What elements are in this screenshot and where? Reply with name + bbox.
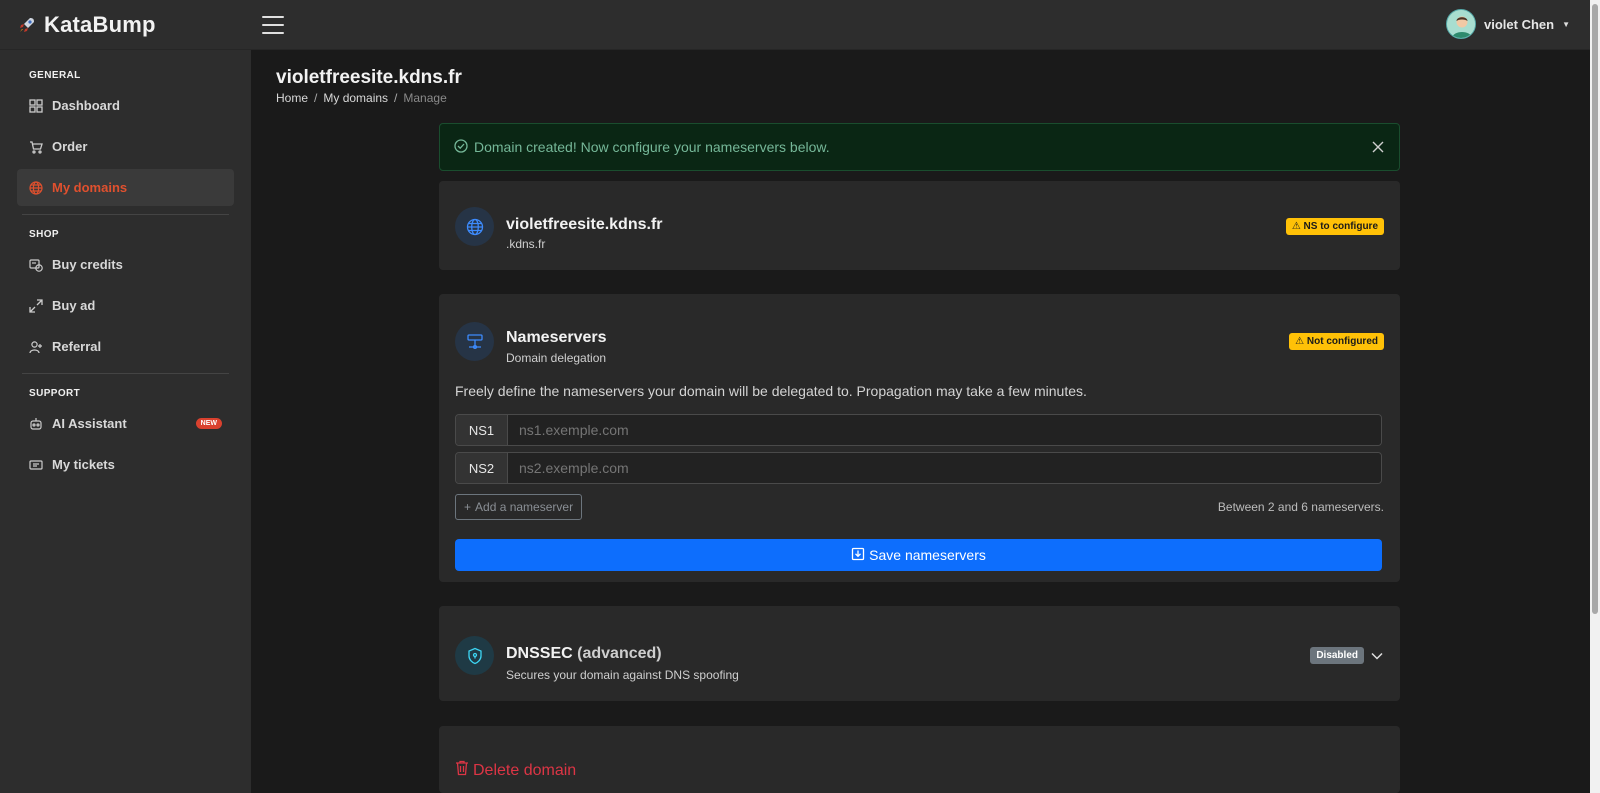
cart-icon (29, 140, 43, 154)
server-network-icon (455, 322, 494, 361)
credits-icon (29, 258, 43, 272)
scrollbar[interactable] (1590, 0, 1600, 793)
breadcrumb-manage: Manage (403, 91, 447, 105)
add-nameserver-button[interactable]: + Add a nameserver (455, 494, 583, 520)
rocket-logo-icon (18, 16, 36, 34)
page-title: violetfreesite.kdns.fr (276, 67, 462, 88)
new-badge: NEW (195, 418, 222, 429)
sidebar-item-label: Order (52, 139, 88, 154)
status-badge: ⚠ Not configured (1289, 333, 1384, 350)
sidebar-divider (22, 373, 229, 374)
sidebar-item-referral[interactable]: Referral (17, 328, 234, 365)
ns1-field-group: NS1 (455, 414, 1382, 446)
status-badge: ⚠ NS to configure (1285, 218, 1384, 235)
sidebar: GENERAL Dashboard Order My domains SHOP … (0, 50, 251, 793)
breadcrumb-separator: / (394, 91, 398, 105)
close-icon[interactable] (1369, 138, 1387, 156)
globe-icon (29, 180, 43, 195)
domain-card: violetfreesite.kdns.fr .kdns.fr ⚠ NS to … (439, 181, 1400, 270)
caret-down-icon: ▼ (1562, 19, 1570, 29)
brand-name: KataBump (44, 11, 156, 37)
plus-icon: + (464, 500, 472, 514)
chevron-down-icon[interactable] (1370, 649, 1384, 663)
sidebar-item-label: My tickets (52, 457, 115, 472)
sidebar-item-label: Dashboard (52, 98, 120, 113)
user-plus-icon (29, 340, 43, 354)
nameservers-title: Nameservers (506, 329, 607, 346)
main-content: violetfreesite.kdns.fr Home / My domains… (251, 50, 1590, 793)
scrollbar-thumb[interactable] (1592, 4, 1598, 614)
domain-zone: .kdns.fr (506, 237, 546, 251)
brand[interactable]: KataBump (0, 12, 250, 38)
ns2-label: NS2 (456, 453, 508, 483)
dnssec-title-main: DNSSEC (506, 645, 573, 662)
ticket-icon (29, 458, 43, 472)
sidebar-item-label: Buy credits (52, 257, 123, 272)
delete-domain-button[interactable]: Delete domain (455, 760, 576, 781)
sidebar-item-label: AI Assistant (52, 416, 127, 431)
delete-domain-label: Delete domain (473, 761, 577, 779)
nameservers-hint: Between 2 and 6 nameservers. (1217, 500, 1384, 514)
dnssec-title-suffix: (advanced) (577, 645, 662, 662)
ns1-label: NS1 (456, 415, 508, 445)
globe-icon (455, 207, 494, 246)
sidebar-item-ai-assistant[interactable]: AI Assistant NEW (17, 405, 234, 442)
top-bar: KataBump violet Chen ▼ (0, 0, 1590, 50)
sidebar-item-buy-ad[interactable]: Buy ad (17, 287, 234, 324)
dnssec-title: DNSSEC (advanced) (506, 645, 662, 663)
user-name: violet Chen (1484, 16, 1555, 32)
domain-name: violetfreesite.kdns.fr (506, 216, 663, 233)
download-icon (851, 547, 865, 564)
sidebar-item-buy-credits[interactable]: Buy credits (17, 246, 234, 283)
status-badge: Disabled (1310, 647, 1364, 664)
dashboard-grid-icon (29, 98, 43, 113)
add-nameserver-label: Add a nameserver (475, 500, 574, 514)
expand-icon (29, 298, 43, 313)
nameservers-card: Nameservers Domain delegation ⚠ Not conf… (439, 294, 1400, 582)
breadcrumb-my-domains[interactable]: My domains (323, 91, 388, 105)
ns2-input[interactable] (508, 453, 1381, 483)
sidebar-item-my-domains[interactable]: My domains (17, 169, 234, 206)
dnssec-card[interactable]: DNSSEC (advanced) Secures your domain ag… (439, 606, 1400, 701)
sidebar-item-label: Buy ad (52, 298, 96, 313)
dnssec-subtitle: Secures your domain against DNS spoofing (506, 668, 739, 682)
sidebar-item-my-tickets[interactable]: My tickets (17, 446, 234, 483)
nameservers-subtitle: Domain delegation (506, 351, 607, 365)
shield-lock-icon (455, 636, 494, 675)
menu-toggle-icon[interactable] (262, 15, 284, 34)
sidebar-item-label: Referral (52, 339, 102, 354)
sidebar-item-order[interactable]: Order (17, 128, 234, 165)
sidebar-item-label: My domains (52, 180, 128, 195)
nameservers-description: Freely define the nameservers your domai… (455, 383, 1087, 399)
breadcrumb-separator: / (314, 91, 318, 105)
alert-message: Domain created! Now configure your names… (474, 139, 830, 155)
sidebar-section-general: GENERAL (29, 70, 81, 81)
ns1-input[interactable] (508, 415, 1381, 445)
check-circle-icon (454, 138, 468, 156)
sidebar-section-support: SUPPORT (29, 388, 81, 399)
user-menu[interactable]: violet Chen ▼ (1446, 9, 1570, 39)
trash-icon (455, 760, 469, 781)
save-nameservers-label: Save nameservers (869, 547, 986, 563)
ns2-field-group: NS2 (455, 452, 1382, 484)
sidebar-item-dashboard[interactable]: Dashboard (17, 87, 234, 124)
sidebar-section-shop: SHOP (29, 229, 59, 240)
avatar (1446, 9, 1476, 39)
save-nameservers-button[interactable]: Save nameservers (455, 539, 1382, 571)
sidebar-divider (22, 214, 229, 215)
breadcrumb: Home / My domains / Manage (276, 91, 447, 105)
success-alert: Domain created! Now configure your names… (439, 123, 1400, 171)
robot-icon (29, 417, 43, 431)
delete-card: Delete domain (439, 726, 1400, 793)
breadcrumb-home[interactable]: Home (276, 91, 308, 105)
